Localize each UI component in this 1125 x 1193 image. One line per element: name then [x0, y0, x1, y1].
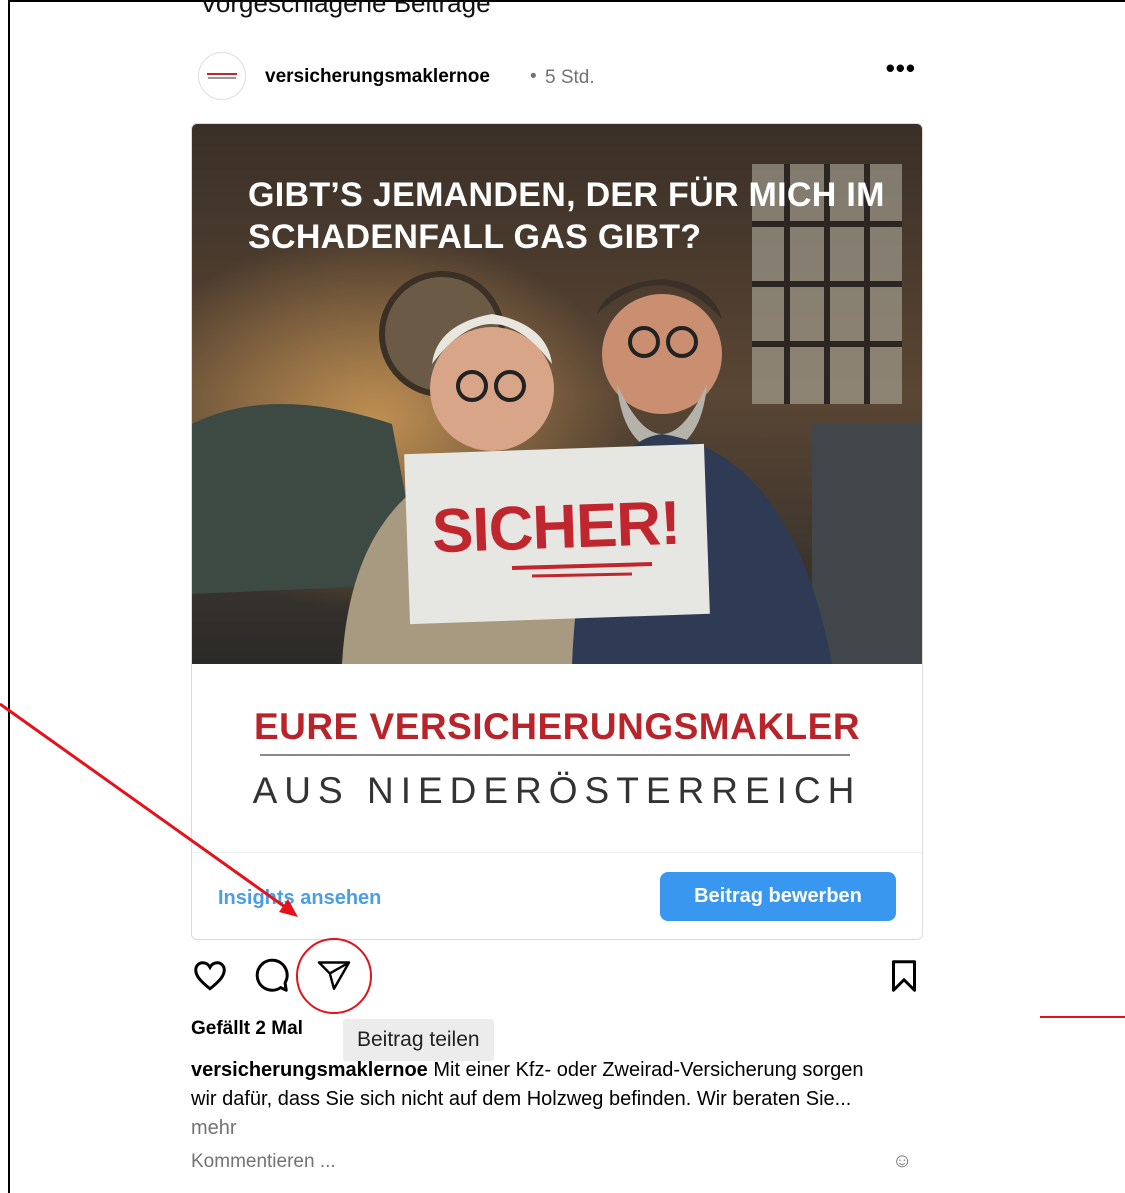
- image-headline: GIBT’S JEMANDEN, DER FÜR MICH IM SCHADEN…: [248, 176, 885, 256]
- caption-more-link[interactable]: mehr: [191, 1117, 237, 1139]
- post-card: GIBT’S JEMANDEN, DER FÜR MICH IM SCHADEN…: [191, 123, 923, 940]
- share-tooltip: Beitrag teilen: [343, 1019, 494, 1061]
- view-insights-link[interactable]: Insights ansehen: [218, 887, 381, 910]
- section-title: Vorgeschlagene Beiträge: [200, 0, 491, 18]
- avatar[interactable]: [198, 52, 246, 100]
- annotation-circle: [296, 938, 372, 1014]
- post-time[interactable]: 5 Std.: [545, 67, 595, 89]
- avatar-logo-subline: [208, 77, 236, 79]
- banner-line-1: EURE VERSICHERUNGSMAKLER: [253, 706, 861, 747]
- post-username[interactable]: versicherungsmaklernoe: [265, 66, 490, 88]
- banner-line-2: AUS NIEDERÖSTERREICH: [252, 770, 862, 811]
- post-header: versicherungsmaklernoe • 5 Std. •••: [198, 52, 922, 104]
- promo-bar: Insights ansehen Beitrag bewerben: [192, 852, 922, 939]
- comment-input[interactable]: Kommentieren ...: [191, 1151, 336, 1173]
- promote-post-button[interactable]: Beitrag bewerben: [660, 872, 896, 921]
- banner-divider: [260, 754, 850, 756]
- post-caption: versicherungsmaklernoe Mit einer Kfz- od…: [191, 1056, 891, 1143]
- emoji-icon[interactable]: ☺: [892, 1150, 912, 1173]
- separator-dot: •: [530, 66, 537, 87]
- post-image[interactable]: GIBT’S JEMANDEN, DER FÜR MICH IM SCHADEN…: [192, 124, 922, 664]
- caption-username[interactable]: versicherungsmaklernoe: [191, 1059, 428, 1081]
- more-options-icon[interactable]: •••: [886, 55, 916, 81]
- avatar-logo-line: [207, 73, 237, 75]
- image-banner: EURE VERSICHERUNGSMAKLER AUS NIEDERÖSTER…: [192, 664, 922, 852]
- heart-icon[interactable]: [192, 958, 232, 998]
- speech-bubble-icon[interactable]: [254, 958, 294, 998]
- like-count[interactable]: Gefällt 2 Mal: [191, 1018, 303, 1040]
- bookmark-icon[interactable]: [886, 958, 926, 998]
- image-sign-text: SICHER!: [430, 488, 682, 567]
- annotation-line: [1040, 1016, 1125, 1018]
